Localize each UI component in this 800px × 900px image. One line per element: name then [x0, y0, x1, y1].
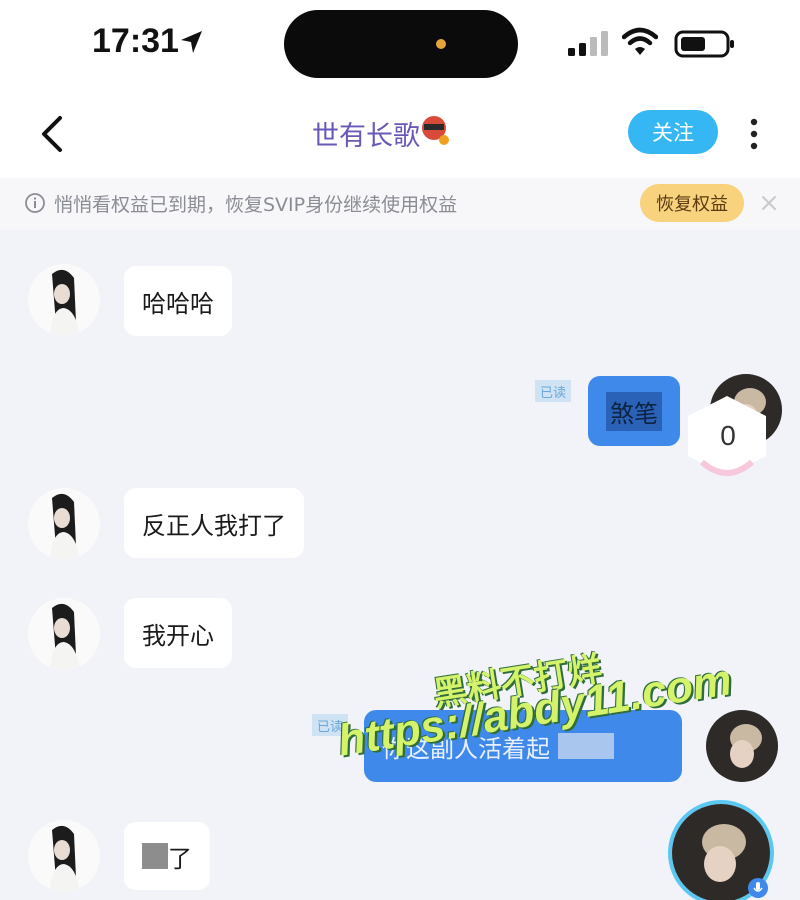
girl-portrait-icon [50, 493, 80, 560]
restore-benefits-button[interactable]: 恢复权益 [640, 184, 744, 222]
contact-avatar[interactable] [28, 598, 100, 670]
microphone-icon [748, 878, 768, 898]
chat-title: 世有长歌 [312, 121, 420, 152]
my-avatar[interactable] [706, 710, 778, 782]
contact-avatar[interactable] [28, 264, 100, 336]
reaction-count: 0 [720, 420, 736, 451]
svip-notice-bar: 悄悄看权益已到期，恢复SVIP身份继续使用权益 恢复权益 [0, 178, 800, 230]
boy-portrait-icon [706, 710, 778, 782]
status-time: 17:31 [92, 22, 179, 60]
chat-header: 世有长歌 关注 [0, 90, 800, 178]
camera-indicator-dot [436, 39, 446, 49]
girl-portrait-icon [50, 269, 80, 336]
dynamic-island [284, 10, 518, 78]
info-icon [25, 193, 45, 213]
status-bar: 17:31 [0, 0, 800, 90]
message-bubble-incoming[interactable]: 了 [124, 822, 210, 890]
message-bubble-outgoing[interactable]: 煞笔 [588, 376, 680, 446]
ninja-badge-icon [422, 116, 449, 145]
message-text: 煞笔 [606, 391, 662, 431]
message-bubble-incoming[interactable]: 反正人我打了 [124, 488, 304, 558]
blurred-text [142, 843, 168, 869]
wifi-icon [622, 27, 658, 55]
message-bubble-incoming[interactable]: 我开心 [124, 598, 232, 668]
close-icon[interactable] [760, 194, 778, 212]
follow-button[interactable]: 关注 [628, 110, 718, 154]
blurred-text [558, 733, 614, 759]
location-arrow-icon [181, 31, 202, 53]
notice-text: 悄悄看权益已到期，恢复SVIP身份继续使用权益 [54, 194, 458, 216]
chevron-left-icon[interactable] [34, 112, 74, 156]
battery-icon [674, 30, 734, 58]
cellular-signal-icon [568, 31, 608, 56]
contact-avatar[interactable] [28, 488, 100, 560]
message-bubble-incoming[interactable]: 哈哈哈 [124, 266, 232, 336]
girl-portrait-icon [50, 825, 80, 892]
contact-avatar[interactable] [28, 820, 100, 892]
vertical-dots-icon[interactable] [744, 112, 764, 156]
read-receipt: 已读 [535, 380, 571, 402]
message-text: 了 [168, 844, 192, 873]
girl-portrait-icon [50, 603, 80, 670]
